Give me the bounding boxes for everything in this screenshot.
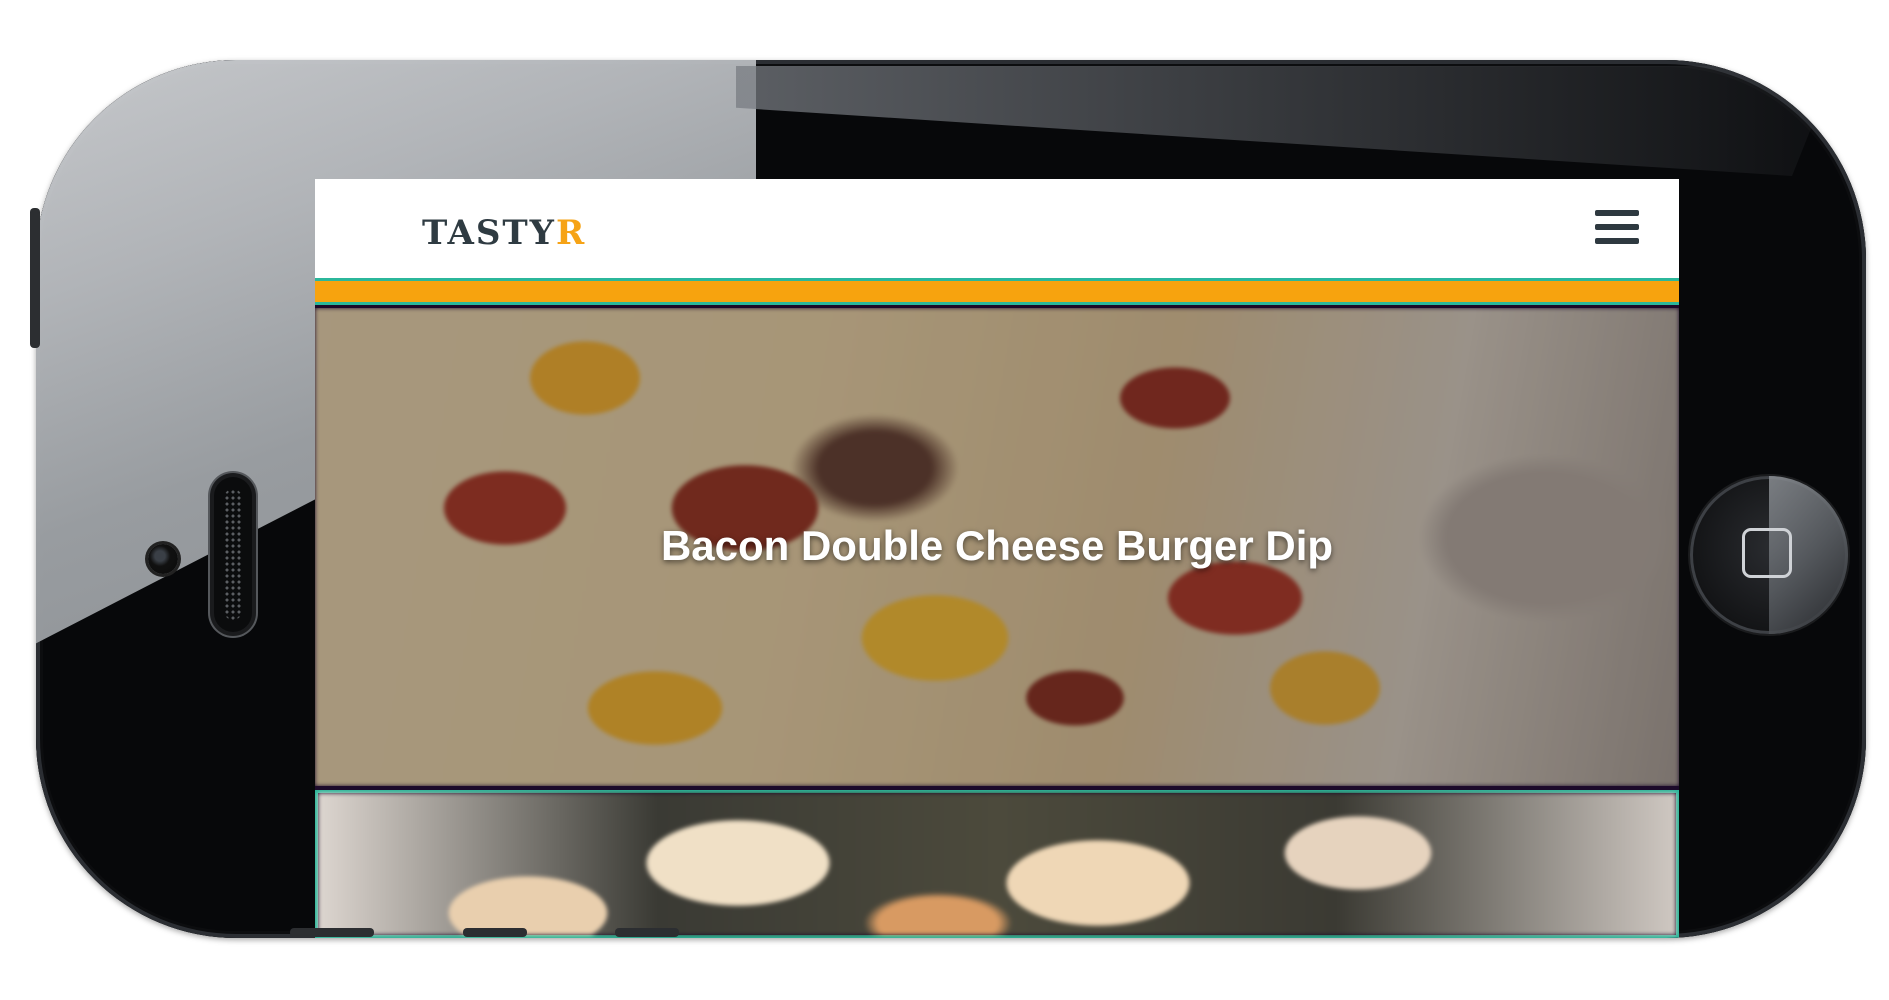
home-square-icon	[1742, 528, 1792, 578]
logo-accent-text: R	[555, 213, 587, 253]
bottom-button	[463, 928, 527, 937]
front-camera	[148, 544, 178, 574]
phone-frame: TASTYR Bacon Double Cheese Burger Dip	[36, 60, 1866, 938]
bottom-button	[615, 928, 679, 937]
header-accent-bar	[315, 278, 1679, 305]
recipe-card[interactable]: Bacon Double Cheese Burger Dip	[315, 308, 1679, 786]
phone-screen: TASTYR Bacon Double Cheese Burger Dip	[315, 179, 1679, 938]
hamburger-menu-icon[interactable]	[1595, 210, 1639, 244]
earpiece-speaker	[214, 477, 252, 632]
bottom-button	[290, 928, 374, 937]
phone-top-glare	[736, 66, 1836, 176]
logo-text: TASTY	[422, 213, 556, 253]
side-volume-button	[30, 208, 40, 348]
app-header: TASTYR	[315, 179, 1679, 278]
recipe-image	[318, 793, 1676, 935]
recipe-title: Bacon Double Cheese Burger Dip	[660, 522, 1334, 569]
home-button[interactable]	[1690, 476, 1848, 634]
tastyr-logo[interactable]: TASTYR	[422, 213, 586, 253]
recipe-card[interactable]	[315, 790, 1679, 938]
